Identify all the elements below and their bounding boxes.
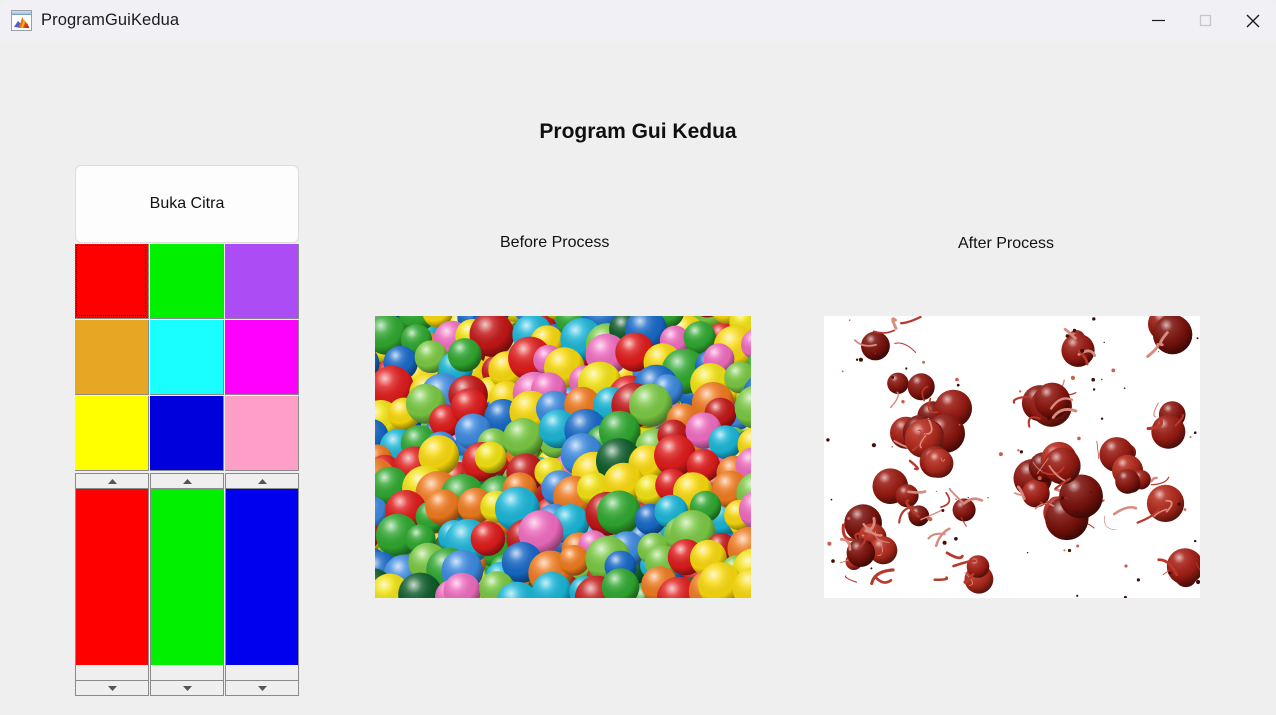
open-image-button-label: Buka Citra [149, 195, 225, 212]
caret-up-icon[interactable] [151, 474, 223, 489]
slider-red-thumb[interactable] [76, 489, 148, 665]
color-swatch-grid [75, 244, 299, 471]
swatch-purple[interactable] [225, 244, 299, 319]
close-icon[interactable] [1229, 0, 1276, 41]
caret-down-icon[interactable] [151, 680, 223, 695]
open-image-button[interactable]: Buka Citra [75, 165, 299, 243]
slider-blue[interactable] [225, 473, 299, 696]
balls-photo [375, 316, 751, 598]
after-process-label: After Process [958, 235, 1055, 252]
control-panel: Buka Citra [75, 165, 299, 696]
matlab-membrane-glyph [14, 17, 30, 28]
swatch-pink[interactable] [225, 396, 299, 471]
slider-green-thumb[interactable] [151, 489, 223, 665]
window-titlebar: ProgramGuiKedua [0, 0, 1276, 41]
minimize-icon[interactable] [1135, 0, 1182, 41]
maximize-icon[interactable] [1182, 0, 1229, 41]
slider-green-track[interactable] [151, 665, 223, 680]
before-process-image [375, 316, 751, 598]
caret-down-icon[interactable] [76, 680, 148, 695]
slider-blue-thumb[interactable] [226, 489, 298, 665]
swatch-green[interactable] [150, 244, 224, 319]
red-segmentation-result [824, 316, 1200, 598]
caret-up-icon[interactable] [226, 474, 298, 489]
rgb-slider-row [75, 473, 299, 696]
slider-green[interactable] [150, 473, 224, 696]
swatch-red[interactable] [75, 244, 149, 319]
swatch-magenta[interactable] [225, 320, 299, 395]
after-process-image [824, 316, 1200, 598]
swatch-blue[interactable] [150, 396, 224, 471]
window-controls [1135, 0, 1276, 41]
caret-up-icon[interactable] [76, 474, 148, 489]
before-process-label: Before Process [500, 234, 610, 251]
slider-red-track[interactable] [76, 665, 148, 680]
slider-blue-track[interactable] [226, 665, 298, 680]
swatch-yellow[interactable] [75, 396, 149, 471]
window-title: ProgramGuiKedua [41, 11, 180, 29]
matlab-icon [11, 10, 32, 31]
caret-down-icon[interactable] [226, 680, 298, 695]
swatch-cyan[interactable] [150, 320, 224, 395]
swatch-orange[interactable] [75, 320, 149, 395]
slider-red[interactable] [75, 473, 149, 696]
page-title: Program Gui Kedua [539, 120, 737, 143]
